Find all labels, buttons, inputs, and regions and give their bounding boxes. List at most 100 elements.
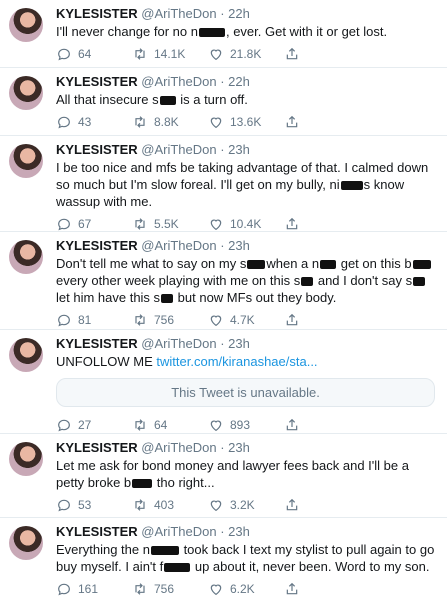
tweet[interactable]: KYLESISTER @AriTheDon · 23h Let me ask f… [0,434,447,518]
avatar[interactable] [9,76,43,110]
like-button[interactable]: 893 [208,417,284,433]
retweet-button[interactable]: 8.8K [132,114,208,130]
tweet-feed: KYLESISTER @AriTheDon · 22h I'll never c… [0,0,447,600]
retweet-icon [135,314,145,326]
timestamp[interactable]: 22h [228,74,250,89]
reply-button[interactable]: 53 [56,497,132,513]
timestamp[interactable]: 22h [228,6,250,21]
reply-icon [58,499,70,512]
reply-icon [58,116,70,129]
like-button[interactable]: 10.4K [208,216,284,232]
share-button[interactable] [284,581,306,597]
avatar[interactable] [9,144,43,178]
text-segment: but now MFs out they body. [174,290,337,305]
avatar[interactable] [9,8,43,42]
text-segment: Everything the n [56,542,150,557]
share-icon [286,217,298,230]
user-handle[interactable]: @AriTheDon [141,440,216,455]
display-name[interactable]: KYLESISTER [56,524,138,539]
like-button[interactable]: 13.6K [208,114,284,130]
user-handle[interactable]: @AriTheDon [141,6,216,21]
like-button[interactable]: 6.2K [208,581,284,597]
share-button[interactable] [284,417,306,433]
tweet[interactable]: KYLESISTER @AriTheDon · 23h Don't tell m… [0,232,447,330]
reply-count: 27 [78,418,92,432]
tweet[interactable]: KYLESISTER @AriTheDon · 23h UNFOLLOW ME … [0,330,447,434]
retweet-icon [135,583,145,595]
tweet[interactable]: KYLESISTER @AriTheDon · 22h All that ins… [0,68,447,136]
share-button[interactable] [284,46,306,62]
retweet-icon [135,419,145,431]
retweet-button[interactable]: 756 [132,312,208,328]
reply-button[interactable]: 27 [56,417,132,433]
tweet[interactable]: KYLESISTER @AriTheDon · 23h I be too nic… [0,136,447,232]
reply-button[interactable]: 81 [56,312,132,328]
tweet[interactable]: KYLESISTER @AriTheDon · 22h I'll never c… [0,0,447,68]
share-button[interactable] [284,114,306,130]
share-icon [286,313,298,326]
share-button[interactable] [284,312,306,328]
retweet-button[interactable]: 756 [132,581,208,597]
text-segment: Let me ask for bond money and lawyer fee… [56,458,409,490]
avatar[interactable] [9,338,43,372]
redaction-bar [150,546,179,556]
like-button[interactable]: 3.2K [208,497,284,513]
tweet-link[interactable]: twitter.com/kiranashae/sta... [156,354,317,369]
reply-button[interactable]: 161 [56,581,132,597]
retweet-icon [135,48,145,60]
user-handle[interactable]: @AriTheDon [141,142,216,157]
user-handle[interactable]: @AriTheDon [141,238,216,253]
timestamp[interactable]: 23h [228,524,250,539]
heart-icon [210,420,222,432]
reply-button[interactable]: 67 [56,216,132,232]
text-segment: , ever. Get with it or get lost. [225,24,388,39]
heart-icon [210,117,222,129]
user-handle[interactable]: @AriTheDon [141,74,216,89]
retweet-count: 403 [154,498,175,512]
like-button[interactable]: 4.7K [208,312,284,328]
redaction-bar [412,260,431,270]
timestamp[interactable]: 23h [228,142,250,157]
display-name[interactable]: KYLESISTER [56,6,138,21]
tweet-header: KYLESISTER @AriTheDon · 22h [56,6,250,21]
like-count: 4.7K [230,313,255,327]
reply-button[interactable]: 64 [56,46,132,62]
display-name[interactable]: KYLESISTER [56,74,138,89]
tweet-text: Don't tell me what to say on my s when a … [56,255,439,306]
tweet-header: KYLESISTER @AriTheDon · 23h [56,524,250,539]
text-segment: I'll never change for no n [56,24,198,39]
user-handle[interactable]: @AriTheDon [141,524,216,539]
retweet-button[interactable]: 14.1K [132,46,208,62]
share-button[interactable] [284,216,306,232]
display-name[interactable]: KYLESISTER [56,238,138,253]
reply-button[interactable]: 43 [56,114,132,130]
redaction-bar [159,96,176,106]
display-name[interactable]: KYLESISTER [56,440,138,455]
tweet-text: Let me ask for bond money and lawyer fee… [56,457,439,491]
tweet-actions: 64 14.1K 21.8K [56,40,439,68]
timestamp[interactable]: 23h [228,238,250,253]
retweet-button[interactable]: 64 [132,417,208,433]
timestamp[interactable]: 23h [228,440,250,455]
reply-icon [58,218,70,231]
reply-count: 81 [78,313,92,327]
like-count: 10.4K [230,217,262,231]
share-button[interactable] [284,497,306,513]
tweet[interactable]: KYLESISTER @AriTheDon · 23h Everything t… [0,518,447,600]
user-handle[interactable]: @AriTheDon [141,336,216,351]
avatar[interactable] [9,526,43,560]
retweet-button[interactable]: 403 [132,497,208,513]
redaction-bar [161,294,174,304]
like-button[interactable]: 21.8K [208,46,284,62]
share-icon [286,498,298,511]
retweet-button[interactable]: 5.5K [132,216,208,232]
tweet-header: KYLESISTER @AriTheDon · 22h [56,74,250,89]
share-icon [286,418,298,431]
display-name[interactable]: KYLESISTER [56,336,138,351]
text-segment: is a turn off. [176,92,248,107]
avatar[interactable] [9,240,43,274]
timestamp[interactable]: 23h [228,336,250,351]
avatar[interactable] [9,442,43,476]
display-name[interactable]: KYLESISTER [56,142,138,157]
reply-icon [58,419,70,432]
